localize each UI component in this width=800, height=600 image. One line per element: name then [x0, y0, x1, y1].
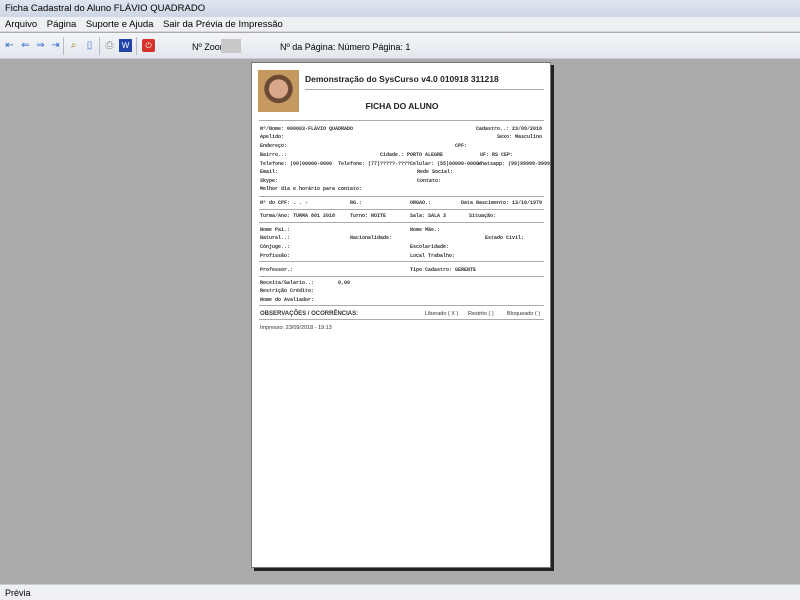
separator — [136, 37, 137, 55]
divider — [259, 319, 544, 320]
status-liberado: Liberado ( X ) — [425, 311, 459, 317]
field-cpf: CPF: — [455, 143, 468, 149]
field-nome: Nº/Nome: 000003-FLÁVIO QUADRADO — [260, 126, 354, 132]
observacoes-heading: OBSERVAÇÕES / OCORRÊNCIAS: — [260, 311, 359, 317]
field-estado-civil: Estado Civil: — [485, 235, 525, 241]
divider — [259, 209, 544, 210]
field-receita: Receita/Salario..: — [260, 280, 315, 286]
divider — [259, 120, 544, 121]
separator — [63, 37, 64, 55]
field-contato: Contato: — [417, 178, 442, 184]
field-skype: Skype: — [260, 178, 279, 184]
report-page: Demonstração do SysCurso v4.0 010918 311… — [251, 62, 551, 568]
field-rede-social: Rede Social: — [417, 169, 454, 175]
menu-arquivo[interactable]: Arquivo — [0, 17, 37, 30]
field-telefone2: Telefone: (77)?????-???? — [338, 161, 411, 167]
field-pai: Nome Pai.: — [260, 227, 291, 233]
field-celular: Celular: (55)00000-0000 — [410, 161, 480, 167]
last-page-icon[interactable]: ⇥ — [49, 39, 62, 52]
divider — [259, 276, 544, 277]
next-page-icon[interactable]: ⇒ — [34, 39, 47, 52]
field-whatsapp: Whatsapp: (99)99999-9999 — [478, 161, 551, 167]
field-endereco: Endereço: — [260, 143, 288, 149]
printed-timestamp: Impresso: 23/09/2018 - 19:13 — [260, 325, 332, 331]
print-icon[interactable]: ⎙ — [103, 39, 116, 52]
field-uf: UF: RS CEP: — [480, 152, 514, 158]
field-situacao: Situação: — [469, 213, 497, 219]
separator — [99, 37, 100, 55]
field-conjuge: Cônjuge..: — [260, 244, 291, 250]
page-number: Nº da Página: Número Página: 1 — [280, 42, 411, 52]
report-header: Demonstração do SysCurso v4.0 010918 311… — [305, 74, 499, 84]
field-telefone1: Telefone: (00)00000-0000 — [260, 161, 333, 167]
field-cadastro: Cadastro..: 23/09/2018 — [475, 126, 542, 132]
menu-suporte[interactable]: Suporte e Ajuda — [81, 17, 154, 30]
field-apelido: Apelido: — [260, 134, 285, 140]
status-restrito: Restrito ( ) — [468, 311, 494, 317]
field-receita-valor: 0,00 — [338, 280, 351, 286]
field-local-trabalho: Local Trabalho: — [410, 253, 456, 259]
menu-bar: Arquivo Página Suporte e Ajuda Sair da P… — [0, 17, 800, 32]
field-cidade: Cidade.: PORTO ALEGRE — [380, 152, 444, 158]
field-bairro: Bairro..: — [260, 152, 288, 158]
field-melhor-horario: Melhor dia e horário para contato: — [260, 186, 363, 192]
field-natural: Natural..: — [260, 235, 291, 241]
divider — [305, 89, 544, 90]
page-layout-icon[interactable]: ▯ — [83, 39, 96, 52]
field-restricao: Restrição Crédito: — [260, 288, 315, 294]
field-rg: RG.: — [350, 200, 363, 206]
divider — [259, 305, 544, 306]
field-escolaridade: Escolaridade: — [410, 244, 450, 250]
field-orgao: ORGAO.: — [410, 200, 432, 206]
window-title: Ficha Cadastral do Aluno FLÁVIO QUADRADO — [0, 0, 800, 17]
field-ncpf: Nº do CPF: . . - — [260, 200, 309, 206]
field-turno: Turno: NOITE — [350, 213, 387, 219]
divider — [259, 222, 544, 223]
status-bar: Prévia — [0, 584, 800, 600]
close-icon[interactable]: ⏻ — [142, 39, 155, 52]
status-bloqueado: Bloqueado ( ) — [507, 311, 541, 317]
field-nascimento: Data Nascimento: 13/10/1979 — [460, 200, 542, 206]
field-tipo-cadastro: Tipo Cadastro: GERENTE — [410, 267, 477, 273]
field-sala: Sala: SALA 3 — [410, 213, 447, 219]
field-email: Email: — [260, 169, 279, 175]
export-icon[interactable]: W — [119, 39, 132, 52]
divider — [259, 261, 544, 262]
divider — [259, 196, 544, 197]
menu-sair[interactable]: Sair da Prévia de Impressão — [158, 17, 283, 30]
first-page-icon[interactable]: ⇤ — [3, 39, 16, 52]
prev-page-icon[interactable]: ⇐ — [19, 39, 32, 52]
field-turma: Turma/Ano: TURMA 801 2018 — [260, 213, 336, 219]
field-professor: Professor.: — [260, 267, 294, 273]
field-mae: Nome Mãe.: — [410, 227, 441, 233]
field-nacionalidade: Nacionalidade: — [350, 235, 393, 241]
menu-pagina[interactable]: Página — [42, 17, 77, 30]
field-sexo: Sexo: Masculino — [496, 134, 542, 140]
toolbar: ⇤ ⇐ ⇒ ⇥ ⌕ ▯ ⎙ W ⏻ Nº Zoom Nº da Página: … — [0, 33, 800, 59]
field-profissao: Profissão: — [260, 253, 291, 259]
zoom-input[interactable] — [221, 39, 241, 53]
report-title: FICHA DO ALUNO — [365, 101, 439, 111]
field-avaliador: Nome do Avaliador: — [260, 297, 315, 303]
zoom-icon[interactable]: ⌕ — [67, 39, 80, 52]
